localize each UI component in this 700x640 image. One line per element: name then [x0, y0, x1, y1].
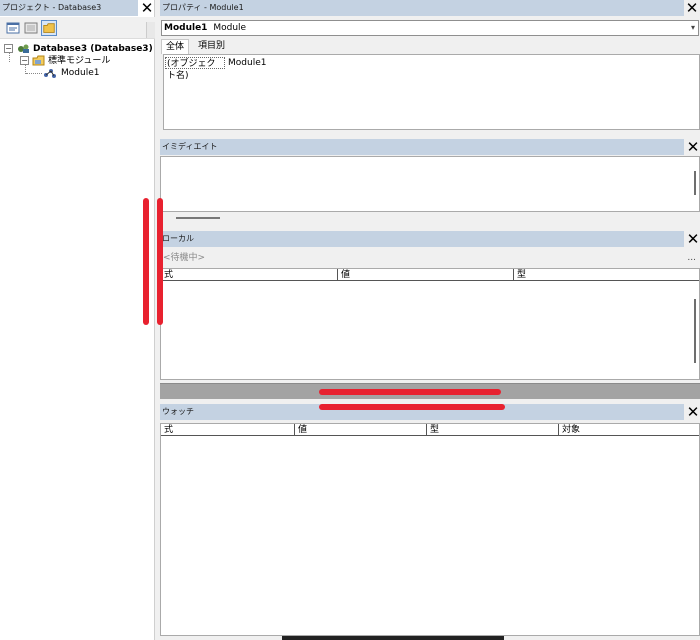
properties-close-icon[interactable]: ✕	[684, 0, 700, 16]
annotation-mark-bottom	[319, 404, 505, 410]
watch-col-context[interactable]: 対象	[558, 424, 689, 436]
module-folder-label: 標準モジュール	[48, 56, 111, 66]
call-stack-button[interactable]: ...	[687, 248, 696, 268]
annotation-mark-left	[143, 198, 149, 325]
project-explorer-title: プロジェクト - Database3	[0, 0, 138, 16]
property-name: (オブジェクト名)	[165, 57, 225, 81]
project-close-icon[interactable]: ✕	[139, 0, 155, 16]
properties-tabs: 全体 項目別	[160, 38, 700, 54]
project-view-object-icon[interactable]	[23, 20, 39, 36]
immediate-close-icon[interactable]: ✕	[685, 139, 700, 155]
properties-title: プロパティ - Module1	[160, 0, 684, 16]
watch-col-expression[interactable]: 式	[161, 424, 294, 436]
chevron-down-icon[interactable]: ▾	[691, 21, 695, 35]
project-name: Database3 (Database3)	[33, 44, 153, 54]
immediate-vscroll[interactable]	[694, 171, 696, 195]
property-row[interactable]: (オブジェクト名) Module1	[164, 57, 699, 81]
locals-context: <待機中> ...	[160, 248, 700, 268]
locals-context-label: <待機中>	[163, 253, 206, 263]
locals-close-icon[interactable]: ✕	[685, 231, 700, 247]
locals-col-value[interactable]: 値	[337, 269, 513, 281]
project-explorer-pane: プロジェクト - Database3 ✕ − Database3 (Databa…	[0, 0, 155, 640]
collapse-icon[interactable]: −	[20, 56, 29, 65]
watch-col-type[interactable]: 型	[426, 424, 558, 436]
locals-col-expression[interactable]: 式	[161, 269, 337, 281]
project-toolbar	[0, 17, 155, 39]
collapse-icon[interactable]: −	[4, 44, 13, 53]
locals-grid-header: 式 値 型	[161, 269, 699, 281]
tab-categorized[interactable]: 項目別	[194, 39, 229, 54]
module-label: Module1	[61, 68, 100, 78]
watch-col-value[interactable]: 値	[294, 424, 426, 436]
immediate-input[interactable]	[160, 156, 700, 212]
object-selector-type: Module	[213, 23, 247, 33]
project-toolbar-scroll[interactable]	[146, 22, 155, 38]
object-selector-name: Module1	[164, 23, 208, 33]
toggle-folders-icon[interactable]	[41, 20, 57, 36]
annotation-mark-top	[319, 389, 501, 395]
annotation-mark-right	[157, 198, 163, 325]
project-view-code-icon[interactable]	[5, 20, 21, 36]
locals-grid: 式 値 型	[160, 268, 700, 380]
watch-grid: 式 値 型 対象	[160, 423, 700, 636]
module-icon	[43, 67, 57, 83]
locals-title: ローカル	[160, 231, 684, 247]
immediate-title: イミディエイト	[160, 139, 684, 155]
property-value[interactable]: Module1	[226, 57, 266, 69]
tab-alphabetic[interactable]: 全体	[161, 39, 190, 54]
property-grid: (オブジェクト名) Module1	[163, 54, 700, 130]
immediate-hscrollbar[interactable]	[160, 212, 700, 226]
watch-close-icon[interactable]: ✕	[685, 404, 700, 420]
locals-col-type[interactable]: 型	[513, 269, 689, 281]
locals-vscroll[interactable]	[694, 299, 696, 363]
watch-grid-header: 式 値 型 対象	[161, 424, 699, 436]
bottom-scrollbar[interactable]	[282, 636, 504, 640]
object-selector[interactable]: Module1 Module ▾	[161, 20, 699, 36]
immediate-hscroll-thumb[interactable]	[176, 217, 220, 219]
